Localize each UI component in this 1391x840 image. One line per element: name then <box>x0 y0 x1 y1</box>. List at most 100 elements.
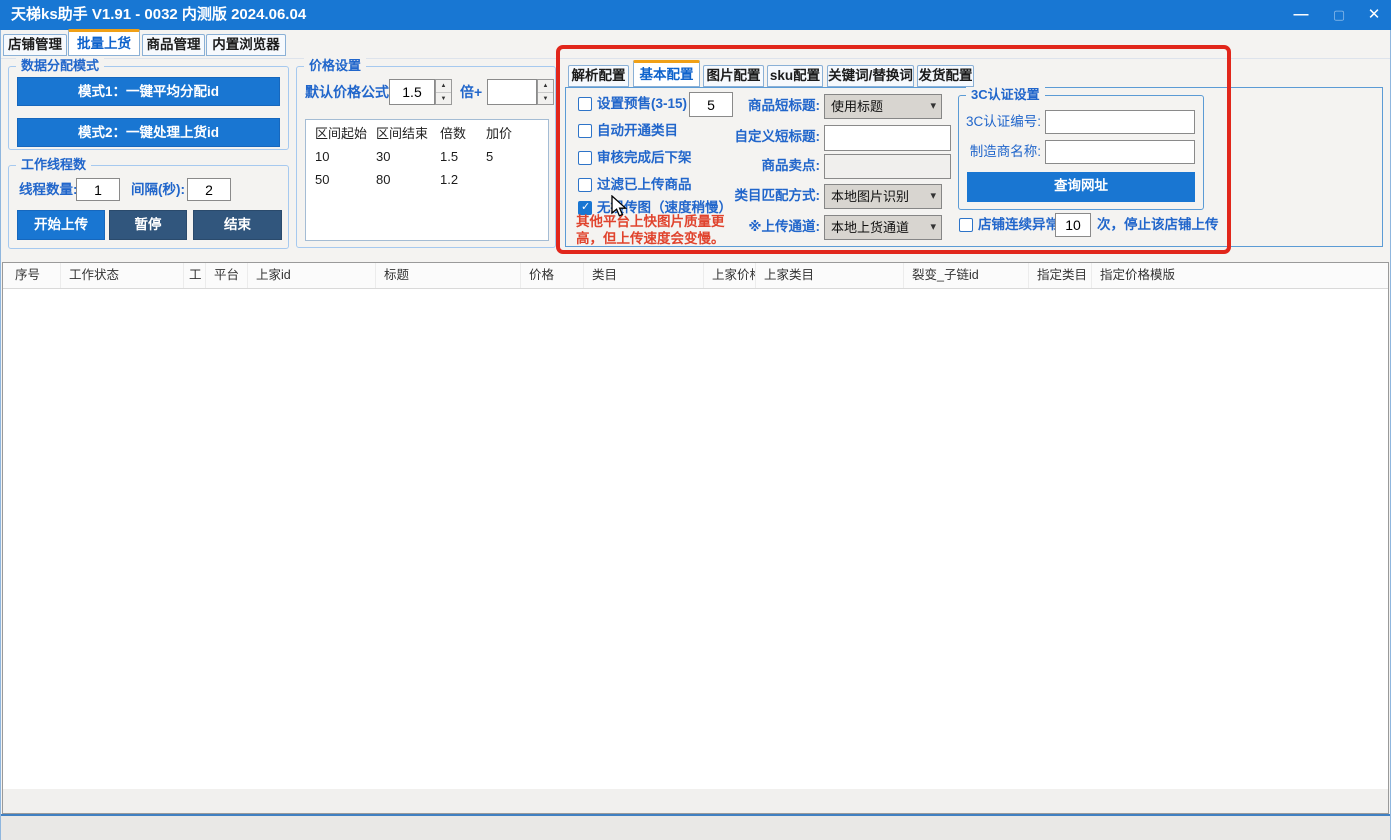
offshelf-label: 审核完成后下架 <box>597 150 692 166</box>
shop-abnormal-checkbox[interactable] <box>959 218 973 232</box>
price-row1-multiple: 1.5 <box>440 149 458 165</box>
interval-label: 间隔(秒): <box>131 182 185 198</box>
price-row2-multiple: 1.2 <box>440 172 458 188</box>
maker-name-label: 制造商名称: <box>961 144 1041 160</box>
group-data-mode: 数据分配模式 模式1：一键平均分配id 模式2：一键处理上货id <box>8 66 289 150</box>
presale-label: 设置预售(3-15) <box>597 96 687 112</box>
tab-sku-config[interactable]: sku配置 <box>767 65 823 87</box>
price-formula-value[interactable]: 1.5 <box>389 79 435 105</box>
selling-point-input[interactable] <box>824 154 951 179</box>
custom-short-title-label: 自定义短标题: <box>696 129 820 145</box>
price-row2-start: 50 <box>315 172 329 188</box>
col-index[interactable]: 序号 <box>3 263 61 288</box>
col-assigned-price-template[interactable]: 指定价格模版 <box>1092 263 1388 288</box>
price-row1-start: 10 <box>315 149 329 165</box>
price-times-label: 倍+ <box>460 84 482 100</box>
chevron-down-icon: ▾ <box>930 95 936 118</box>
shop-abnormal-count-input[interactable] <box>1055 213 1091 237</box>
pause-button[interactable]: 暂停 <box>109 210 187 240</box>
thread-count-input[interactable] <box>76 178 120 201</box>
tab-builtin-browser[interactable]: 内置浏览器 <box>206 34 286 56</box>
custom-short-title-input[interactable] <box>824 125 951 151</box>
price-col-start[interactable]: 区间起始 <box>315 126 367 142</box>
group-price: 价格设置 默认价格公式: 1.5 ▲ ▼ 倍+ ▲ ▼ 区间起始 区间结束 倍数… <box>296 66 556 248</box>
stop-button[interactable]: 结束 <box>193 210 282 240</box>
tab-image-config[interactable]: 图片配置 <box>703 65 764 87</box>
close-icon[interactable]: ✕ <box>1357 0 1391 30</box>
mode2-button[interactable]: 模式2：一键处理上货id <box>17 118 280 147</box>
query-url-button[interactable]: 查询网址 <box>967 172 1195 202</box>
filter-uploaded-checkbox[interactable] <box>578 178 592 192</box>
col-category[interactable]: 类目 <box>584 263 704 288</box>
price-range-table[interactable]: 区间起始 区间结束 倍数 加价 10 30 1.5 5 50 80 1.2 <box>305 119 549 241</box>
mode1-button[interactable]: 模式1：一键平均分配id <box>17 77 280 106</box>
group-threads: 工作线程数 线程数量: 间隔(秒): 开始上传 暂停 结束 <box>8 165 289 249</box>
thread-count-label: 线程数量: <box>19 182 78 198</box>
price-formula-spinner[interactable]: ▲ ▼ <box>435 79 452 105</box>
col-truncated[interactable]: 工 <box>184 263 206 288</box>
start-upload-button[interactable]: 开始上传 <box>17 210 105 240</box>
group-price-title: 价格设置 <box>304 57 366 75</box>
maximize-icon[interactable]: ▢ <box>1321 0 1357 30</box>
chevron-down-icon: ▾ <box>930 216 936 239</box>
chevron-down-icon: ▾ <box>930 185 936 208</box>
spin-down-icon[interactable]: ▼ <box>538 93 553 105</box>
auto-category-label: 自动开通类目 <box>597 123 678 139</box>
col-supplier-price[interactable]: 上家价格 <box>704 263 756 288</box>
col-supplier-id[interactable]: 上家id <box>248 263 376 288</box>
grid-footer-area <box>3 789 1388 813</box>
group-3c-cert-title: 3C认证设置 <box>966 86 1045 104</box>
config-tab-strip: 解析配置 基本配置 图片配置 sku配置 关键词/替换词 发货配置 <box>565 62 995 88</box>
short-title-value: 使用标题 <box>831 99 883 114</box>
price-col-end[interactable]: 区间结束 <box>376 126 428 142</box>
upload-channel-value: 本地上货通道 <box>831 220 909 235</box>
group-3c-cert: 3C认证设置 3C认证编号: 制造商名称: 查询网址 <box>958 95 1204 210</box>
config-tab-page: 设置预售(3-15) 自动开通类目 审核完成后下架 过滤已上传商品 无损传图（速… <box>565 87 1383 247</box>
category-match-label: 类目匹配方式: <box>696 188 820 204</box>
shop-abnormal-label: 店铺连续异常 <box>978 217 1059 233</box>
upload-channel-select[interactable]: 本地上货通道 ▾ <box>824 215 942 240</box>
spin-up-icon[interactable]: ▲ <box>436 80 451 93</box>
window-title: 天梯ks助手 V1.91 - 0032 内测版 2024.06.04 <box>11 0 306 30</box>
short-title-select[interactable]: 使用标题 ▾ <box>824 94 942 119</box>
presale-checkbox[interactable] <box>578 97 592 111</box>
col-price[interactable]: 价格 <box>521 263 584 288</box>
col-title[interactable]: 标题 <box>376 263 521 288</box>
filter-uploaded-label: 过滤已上传商品 <box>597 177 692 193</box>
category-match-select[interactable]: 本地图片识别 ▾ <box>824 184 942 209</box>
col-platform[interactable]: 平台 <box>206 263 248 288</box>
auto-category-checkbox[interactable] <box>578 124 592 138</box>
price-row1-end: 30 <box>376 149 390 165</box>
minimize-icon[interactable]: — <box>1283 0 1319 30</box>
title-bar: 天梯ks助手 V1.91 - 0032 内测版 2024.06.04 — ▢ ✕ <box>0 0 1391 30</box>
spin-up-icon[interactable]: ▲ <box>538 80 553 93</box>
price-col-multiple[interactable]: 倍数 <box>440 126 466 142</box>
group-threads-title: 工作线程数 <box>16 156 91 174</box>
maker-name-input[interactable] <box>1045 140 1195 164</box>
tabpage-divider <box>0 58 1391 59</box>
tab-basic-config[interactable]: 基本配置 <box>633 60 700 87</box>
window-left-border <box>0 30 1 840</box>
app-window: 天梯ks助手 V1.91 - 0032 内测版 2024.06.04 — ▢ ✕… <box>0 0 1391 840</box>
price-times-spinner[interactable]: ▲ ▼ <box>537 79 554 105</box>
tab-keyword-config[interactable]: 关键词/替换词 <box>827 65 914 87</box>
offshelf-checkbox[interactable] <box>578 151 592 165</box>
tab-shipping-config[interactable]: 发货配置 <box>917 65 974 87</box>
price-times-value[interactable] <box>487 79 537 105</box>
tab-shop-manage[interactable]: 店铺管理 <box>3 34 67 56</box>
cert-no-input[interactable] <box>1045 110 1195 134</box>
cert-no-label: 3C认证编号: <box>961 114 1041 130</box>
price-row1-markup: 5 <box>486 149 493 165</box>
price-row2-end: 80 <box>376 172 390 188</box>
col-fission-sublink-id[interactable]: 裂变_子链id <box>904 263 1029 288</box>
tab-batch-upload[interactable]: 批量上货 <box>68 29 140 56</box>
tab-product-manage[interactable]: 商品管理 <box>142 34 205 56</box>
interval-input[interactable] <box>187 178 231 201</box>
spin-down-icon[interactable]: ▼ <box>436 93 451 105</box>
grid-header: 序号 工作状态 工 平台 上家id 标题 价格 类目 上家价格 上家类目 裂变_… <box>3 263 1388 289</box>
col-supplier-category[interactable]: 上家类目 <box>756 263 904 288</box>
price-col-markup[interactable]: 加价 <box>486 126 512 142</box>
tab-parse-config[interactable]: 解析配置 <box>568 65 629 87</box>
col-work-status[interactable]: 工作状态 <box>61 263 184 288</box>
col-assigned-category[interactable]: 指定类目 <box>1029 263 1092 288</box>
